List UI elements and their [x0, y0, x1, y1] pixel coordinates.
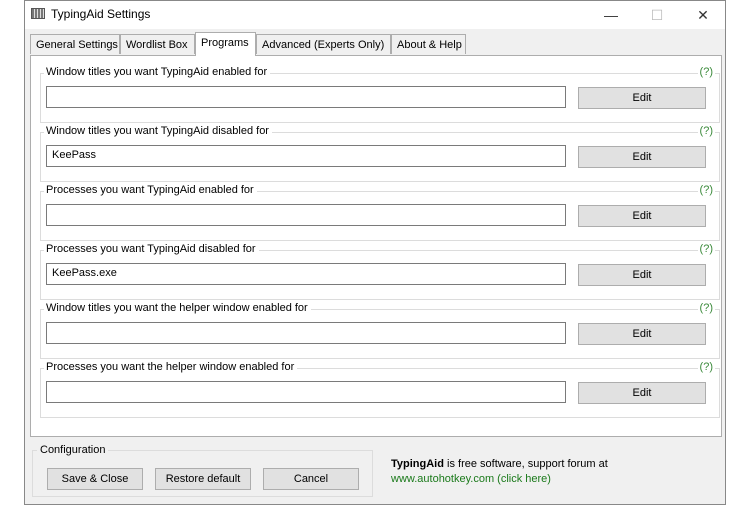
close-button[interactable]: ✕: [680, 1, 726, 29]
app-name: TypingAid: [391, 458, 444, 470]
group-window-titles-enabled: Window titles you want TypingAid enabled…: [40, 73, 720, 123]
help-link[interactable]: (?): [698, 184, 715, 196]
group-processes-enabled: Processes you want TypingAid enabled for…: [40, 191, 720, 241]
help-link[interactable]: (?): [698, 125, 715, 137]
help-link[interactable]: (?): [698, 66, 715, 78]
edit-button[interactable]: Edit: [578, 323, 706, 345]
about-description: is free software, support forum at: [444, 458, 608, 470]
cancel-button[interactable]: Cancel: [263, 468, 359, 490]
help-link[interactable]: (?): [698, 243, 715, 255]
help-link[interactable]: (?): [698, 361, 715, 373]
minimize-button[interactable]: —: [588, 1, 634, 29]
tab-about-help[interactable]: About & Help: [391, 34, 466, 54]
tab-wordlist-box[interactable]: Wordlist Box: [120, 34, 195, 54]
tab-general-settings[interactable]: General Settings: [30, 34, 120, 54]
edit-button[interactable]: Edit: [578, 87, 706, 109]
edit-button[interactable]: Edit: [578, 264, 706, 286]
group-helper-processes: Processes you want the helper window ena…: [40, 368, 720, 418]
helper-window-titles-field[interactable]: [46, 322, 566, 344]
forum-link[interactable]: www.autohotkey.com (click here): [391, 473, 551, 485]
group-label: Window titles you want TypingAid disable…: [44, 125, 272, 137]
group-label: Window titles you want TypingAid enabled…: [44, 66, 270, 78]
group-label: Processes you want the helper window ena…: [44, 361, 297, 373]
tab-programs[interactable]: Programs: [195, 32, 256, 56]
group-processes-disabled: Processes you want TypingAid disabled fo…: [40, 250, 720, 300]
helper-processes-field[interactable]: [46, 381, 566, 403]
group-label: Processes you want TypingAid disabled fo…: [44, 243, 259, 255]
processes-enabled-field[interactable]: [46, 204, 566, 226]
processes-disabled-field[interactable]: KeePass.exe: [46, 263, 566, 285]
keyboard-icon: [31, 8, 45, 19]
edit-button[interactable]: Edit: [578, 146, 706, 168]
group-helper-window-titles: Window titles you want the helper window…: [40, 309, 720, 359]
help-link[interactable]: (?): [698, 302, 715, 314]
restore-default-button[interactable]: Restore default: [155, 468, 251, 490]
settings-window: TypingAid Settings — ☐ ✕ General Setting…: [24, 0, 726, 505]
configuration-label: Configuration: [37, 444, 108, 456]
about-text: TypingAid is free software, support foru…: [391, 458, 608, 470]
group-window-titles-disabled: Window titles you want TypingAid disable…: [40, 132, 720, 182]
programs-panel: Window titles you want TypingAid enabled…: [30, 55, 722, 437]
window-titles-disabled-field[interactable]: KeePass: [46, 145, 566, 167]
maximize-button[interactable]: ☐: [634, 1, 680, 29]
title-bar: TypingAid Settings — ☐ ✕: [25, 1, 725, 29]
configuration-group: Configuration Save & Close Restore defau…: [32, 450, 373, 497]
save-close-button[interactable]: Save & Close: [47, 468, 143, 490]
edit-button[interactable]: Edit: [578, 205, 706, 227]
group-label: Processes you want TypingAid enabled for: [44, 184, 257, 196]
window-title: TypingAid Settings: [51, 7, 150, 21]
window-titles-enabled-field[interactable]: [46, 86, 566, 108]
tab-advanced[interactable]: Advanced (Experts Only): [256, 34, 391, 54]
edit-button[interactable]: Edit: [578, 382, 706, 404]
group-label: Window titles you want the helper window…: [44, 302, 311, 314]
